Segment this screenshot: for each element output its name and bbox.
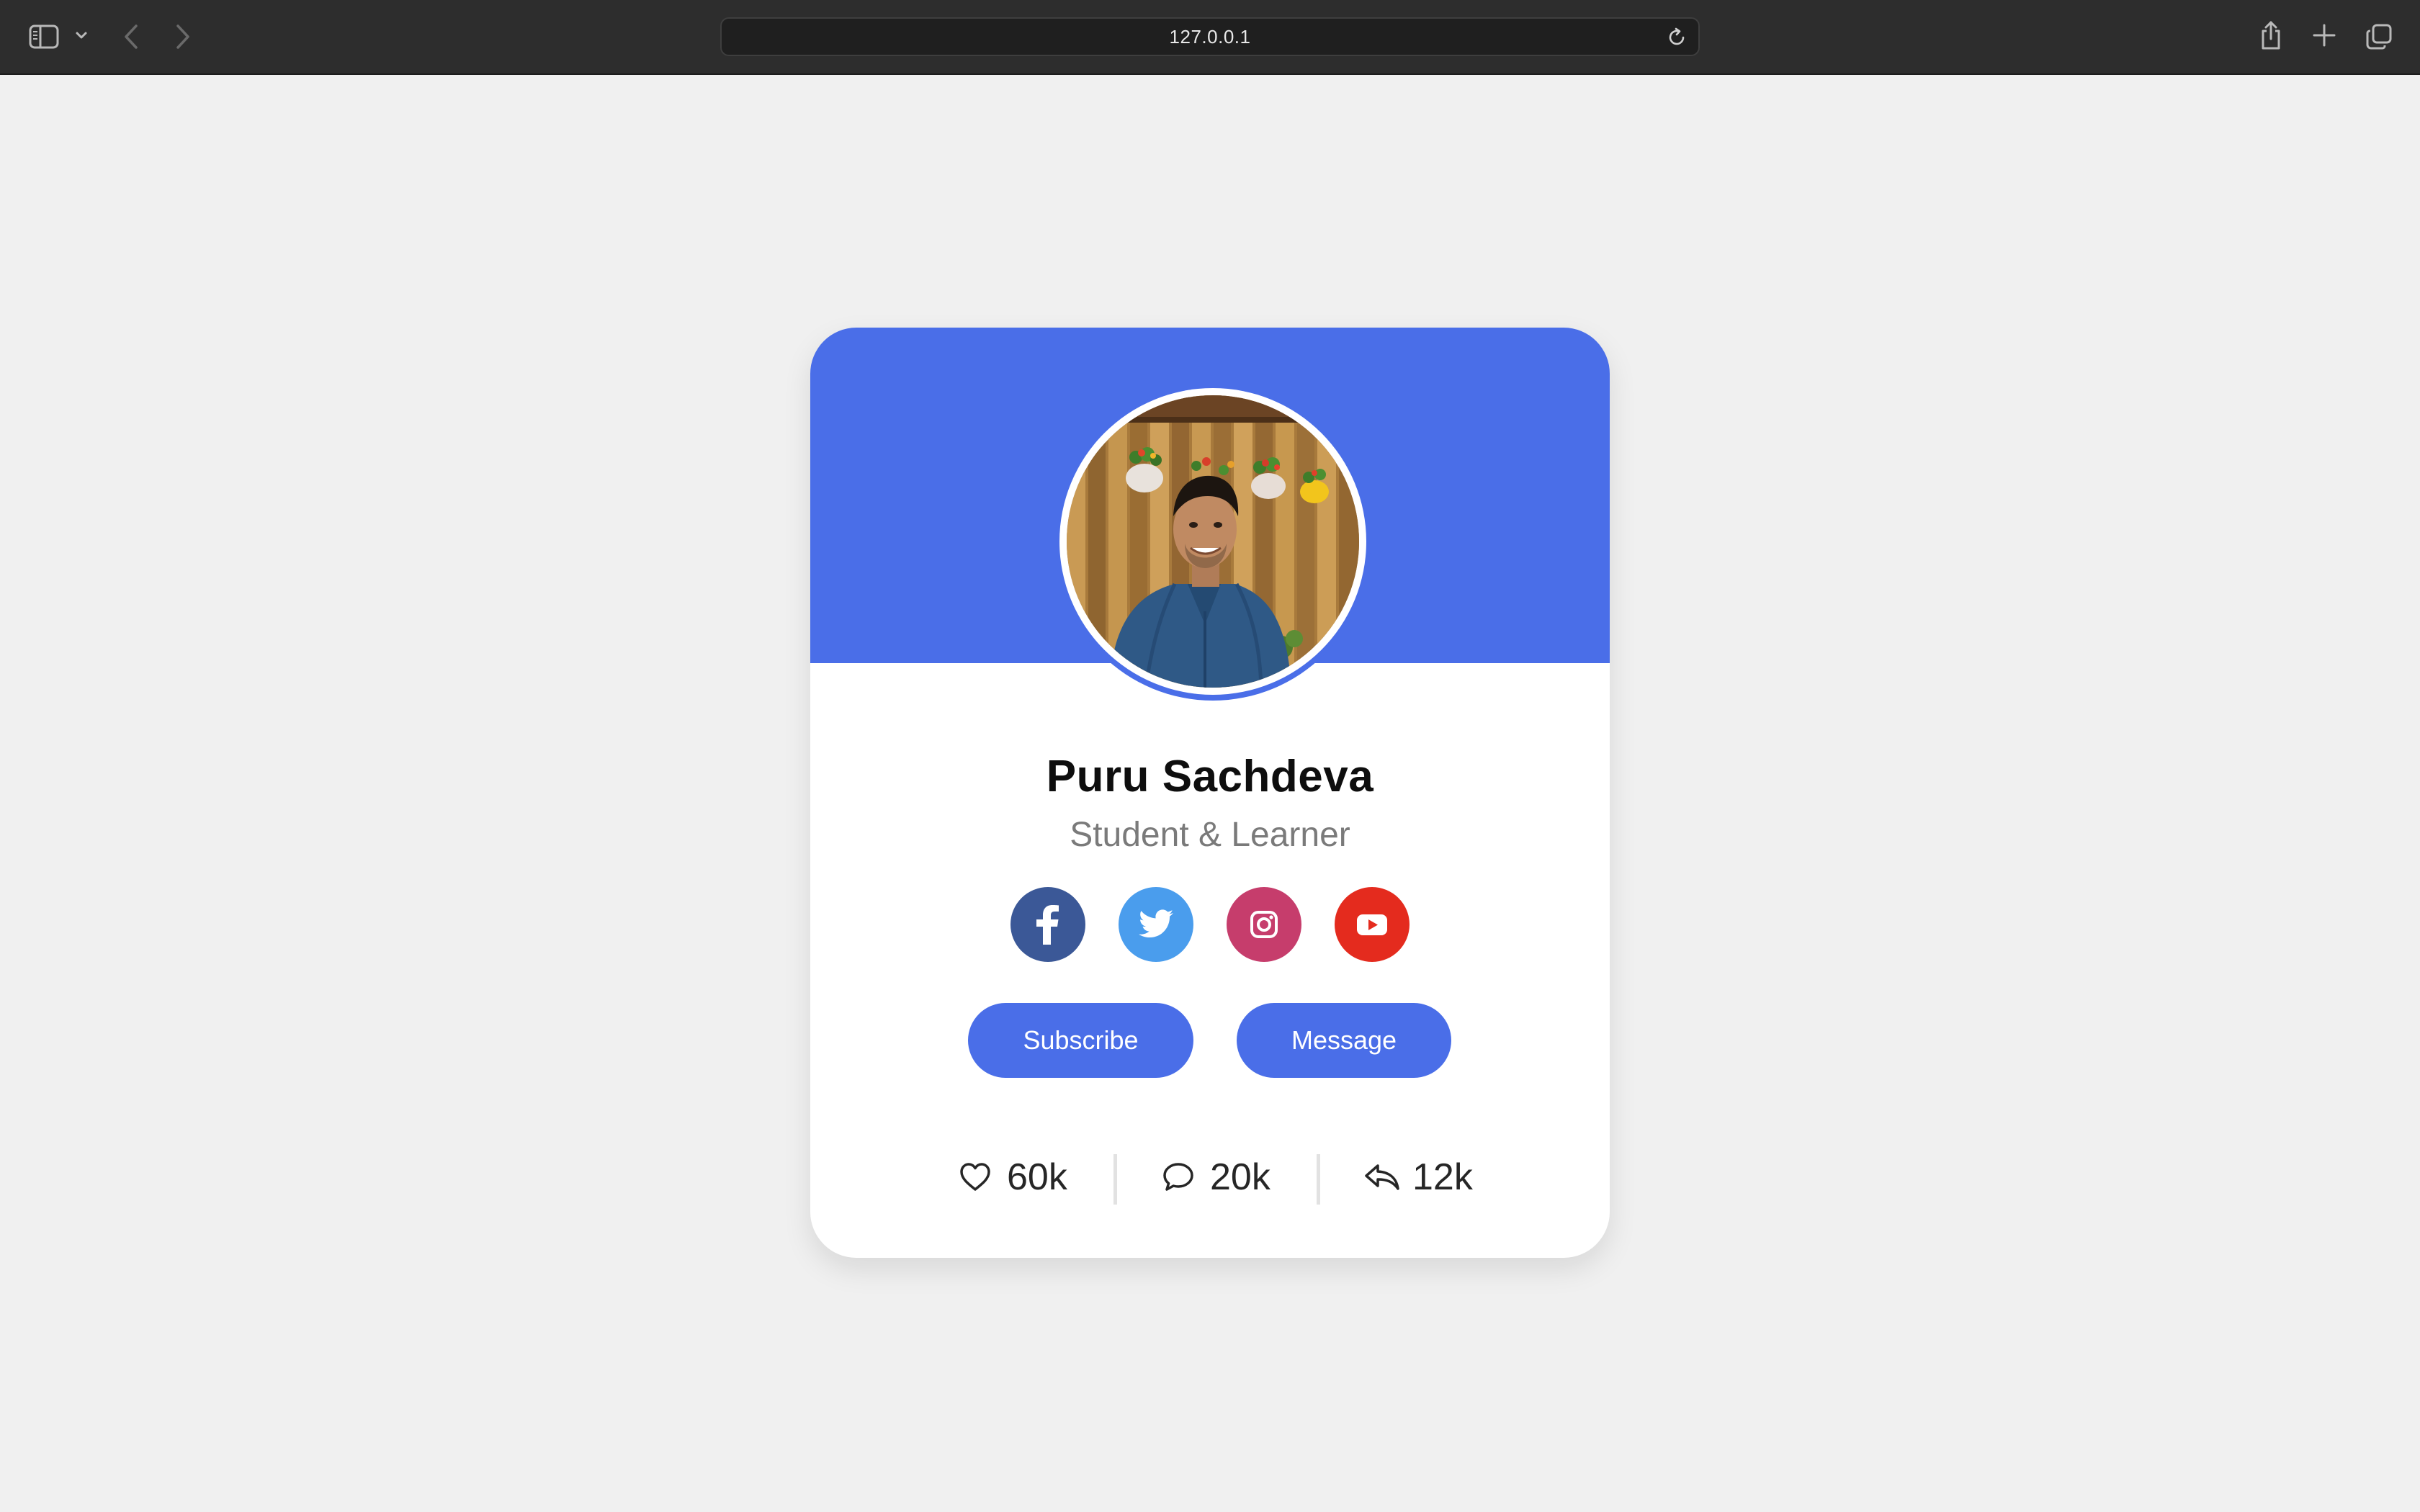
address-bar[interactable]: 127.0.0.1 <box>720 17 1700 56</box>
avatar <box>1059 388 1366 695</box>
facebook-icon <box>1036 905 1059 945</box>
plus-icon[interactable] <box>2312 23 2336 48</box>
chevron-left-icon[interactable] <box>122 23 140 50</box>
profile-name: Puru Sachdeva <box>1046 752 1374 801</box>
sidebar-icon[interactable] <box>29 24 59 49</box>
stat-divider <box>1317 1154 1320 1205</box>
comment-icon <box>1163 1163 1193 1191</box>
tabs-overview-icon[interactable] <box>2365 23 2393 50</box>
instagram-link[interactable] <box>1227 887 1301 962</box>
likes-count: 60k <box>1007 1156 1067 1198</box>
message-button[interactable]: Message <box>1237 1003 1451 1078</box>
url-text: 127.0.0.1 <box>1169 26 1251 48</box>
shares-count: 12k <box>1412 1156 1473 1198</box>
share-icon[interactable] <box>2259 20 2283 50</box>
twitter-icon <box>1139 909 1173 937</box>
profile-card: Puru Sachdeva Student & Learner Subscrib… <box>810 328 1610 1258</box>
youtube-icon <box>1357 914 1387 935</box>
reload-icon[interactable] <box>1667 27 1687 48</box>
facebook-link[interactable] <box>1010 887 1085 962</box>
subscribe-button[interactable]: Subscribe <box>968 1003 1193 1078</box>
comments-count: 20k <box>1210 1156 1270 1198</box>
reply-icon <box>1365 1164 1399 1190</box>
chevron-right-icon[interactable] <box>174 23 192 50</box>
shares-stat[interactable]: 12k <box>1363 1148 1486 1206</box>
stat-divider <box>1113 1154 1117 1205</box>
heart-icon <box>960 1163 990 1191</box>
likes-stat[interactable]: 60k <box>958 1148 1088 1206</box>
youtube-link[interactable] <box>1335 887 1410 962</box>
comments-stat[interactable]: 20k <box>1161 1148 1291 1206</box>
browser-toolbar: 127.0.0.1 <box>0 0 2420 75</box>
twitter-link[interactable] <box>1119 887 1193 962</box>
profile-role: Student & Learner <box>1070 816 1350 854</box>
chevron-down-icon[interactable] <box>75 30 88 40</box>
avatar-photo <box>1067 395 1359 688</box>
instagram-icon <box>1250 911 1278 938</box>
